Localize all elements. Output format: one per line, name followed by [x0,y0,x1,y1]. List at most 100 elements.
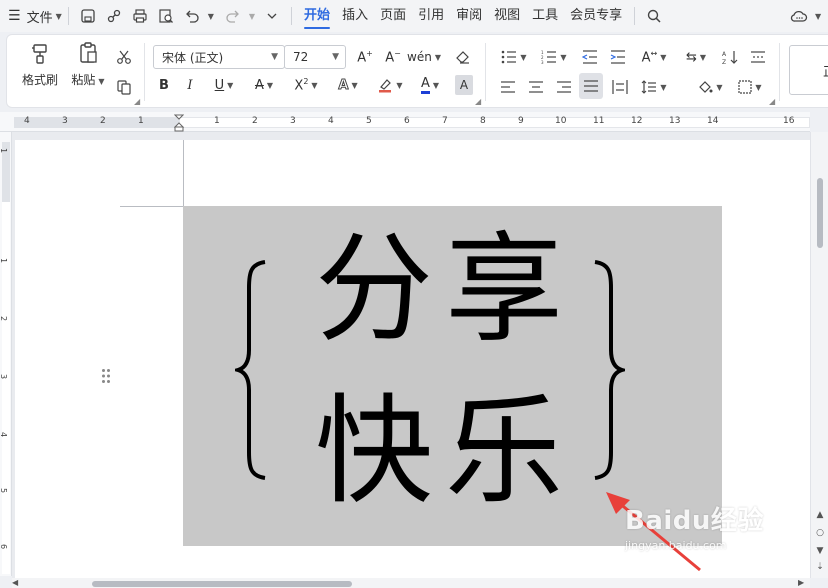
align-left-icon [501,81,515,93]
line-spacing-icon [642,80,657,94]
tab-review[interactable]: 审阅 [450,0,488,32]
bullets-button[interactable]: ▼ [497,45,531,69]
increase-indent-button[interactable] [607,45,629,69]
sort-button[interactable]: AZ [719,45,741,69]
cloud-icon[interactable] [786,3,812,29]
paste-label: 粘贴 [71,73,96,87]
text-effects-button[interactable]: A ▼ [331,73,365,97]
shading-button[interactable]: ▼ [693,75,727,99]
cloud-dropdown-icon[interactable]: ▼ [815,12,821,21]
scrollbar-thumb[interactable] [92,581,352,587]
search-icon[interactable] [641,3,667,29]
save-icon[interactable] [75,3,101,29]
underline-icon: U [214,77,225,93]
undo-icon[interactable] [179,3,205,29]
redo-dropdown-icon[interactable]: ▼ [249,12,255,21]
decrease-indent-button[interactable] [579,45,601,69]
vertical-ruler[interactable]: 1 1 2 3 4 5 6 [0,132,12,576]
tab-page[interactable]: 页面 [374,0,412,32]
tab-member[interactable]: 会员专享 [564,0,628,32]
char-kuai: 快 [315,382,434,520]
justify-icon [584,80,598,92]
clear-format-button[interactable] [451,45,475,69]
tab-references[interactable]: 引用 [412,0,450,32]
style-preview-text: 正 [823,61,828,80]
borders-button[interactable]: ▼ [733,75,767,99]
indent-marker-icon[interactable] [174,114,184,132]
share-link-icon[interactable] [101,3,127,29]
redo-icon[interactable] [220,3,246,29]
horizontal-scrollbar[interactable]: ◀ ▶ [12,578,810,588]
character-scaling-button[interactable]: A↔ ▼ [637,45,671,69]
copy-button[interactable] [111,75,137,99]
chevron-down-icon: ▼ [55,11,62,21]
font-color-button[interactable]: A ▼ [413,73,447,97]
chevron-down-icon: ▼ [560,52,567,62]
ruler-number: 6 [0,544,8,549]
paste-icon [80,42,97,63]
tab-tools[interactable]: 工具 [526,0,564,32]
font-launcher-icon[interactable]: ◢ [475,97,481,106]
scroll-left-icon[interactable]: ◀ [12,578,18,587]
show-marks-button[interactable] [747,45,769,69]
drag-handle-icon[interactable] [101,368,111,384]
ruler-number: 2 [100,116,106,126]
text-direction-button[interactable]: ⇆ ▼ [679,45,713,69]
document-canvas: 分 享 快 乐 Baidu经验 jingyan.baidu.com [12,132,810,578]
print-preview-icon[interactable] [153,3,179,29]
more-chevron-icon[interactable] [259,3,285,29]
scroll-up-icon[interactable]: ▲ [814,510,826,520]
strikethrough-button[interactable]: A ▼ [247,73,281,97]
underline-button[interactable]: U ▼ [207,73,241,97]
italic-button[interactable]: I [181,73,199,97]
distributed-button[interactable] [609,75,631,99]
numbering-button[interactable]: 123 ▼ [537,45,571,69]
format-painter-button[interactable]: 格式刷 [17,41,63,101]
line-spacing-button[interactable]: ▼ [637,75,671,99]
justify-button[interactable] [579,73,603,99]
phonetic-guide-button[interactable]: wén ▼ [407,45,441,69]
file-menu[interactable]: ☰ 文件 ▼ [0,0,62,32]
scrollbar-thumb[interactable] [817,178,823,248]
font-size-select[interactable]: 72 ▼ [284,45,346,69]
tab-insert[interactable]: 插入 [336,0,374,32]
ruler-number: 1 [0,148,8,153]
scroll-down-icon[interactable]: ▼ [814,546,826,556]
browse-object-icon[interactable]: ○ [814,528,826,538]
cut-button[interactable] [111,45,137,69]
undo-dropdown-icon[interactable]: ▼ [208,12,214,21]
vertical-scrollbar[interactable]: ▲ ○ ▼ ⇣ [810,132,828,578]
ruler-number: 10 [555,116,567,126]
paragraph-launcher-icon[interactable]: ◢ [769,97,775,106]
indent-icon [610,50,625,64]
align-center-button[interactable] [525,75,547,99]
ruler-number: 3 [0,374,8,379]
character-shading-icon: A [459,78,469,92]
next-page-icon[interactable]: ⇣ [814,562,826,572]
horizontal-ruler[interactable]: 4 3 2 1 1 2 3 4 5 6 7 8 9 10 11 12 13 14… [0,112,810,132]
chevron-down-icon: ▼ [660,82,667,92]
style-gallery-item[interactable]: 正 [789,45,828,95]
print-icon[interactable] [127,3,153,29]
ruler-number: 3 [290,116,296,126]
left-brace [235,260,266,480]
tab-view[interactable]: 视图 [488,0,526,32]
format-painter-icon [32,44,47,64]
superscript-button[interactable]: X2 ▼ [289,73,323,97]
highlight-color-button[interactable]: ▼ [373,73,407,97]
align-right-button[interactable] [553,75,575,99]
document-page[interactable]: 分 享 快 乐 Baidu经验 jingyan.baidu.com [15,140,810,578]
char-le: 乐 [445,382,564,520]
ruler-number: 1 [214,116,220,126]
chevron-down-icon: ▼ [716,82,723,92]
font-name-select[interactable]: 宋体 (正文) ▼ [153,45,285,69]
decrease-font-button[interactable]: A− [383,45,403,69]
clipboard-launcher-icon[interactable]: ◢ [134,97,140,106]
character-shading-button[interactable]: A [455,75,473,95]
increase-font-button[interactable]: A+ [355,45,375,69]
scroll-right-icon[interactable]: ▶ [798,578,804,587]
align-left-button[interactable] [497,75,519,99]
tab-home[interactable]: 开始 [298,0,336,32]
paste-button[interactable]: 粘贴 ▼ [65,41,111,101]
bold-button[interactable]: B [155,73,173,97]
